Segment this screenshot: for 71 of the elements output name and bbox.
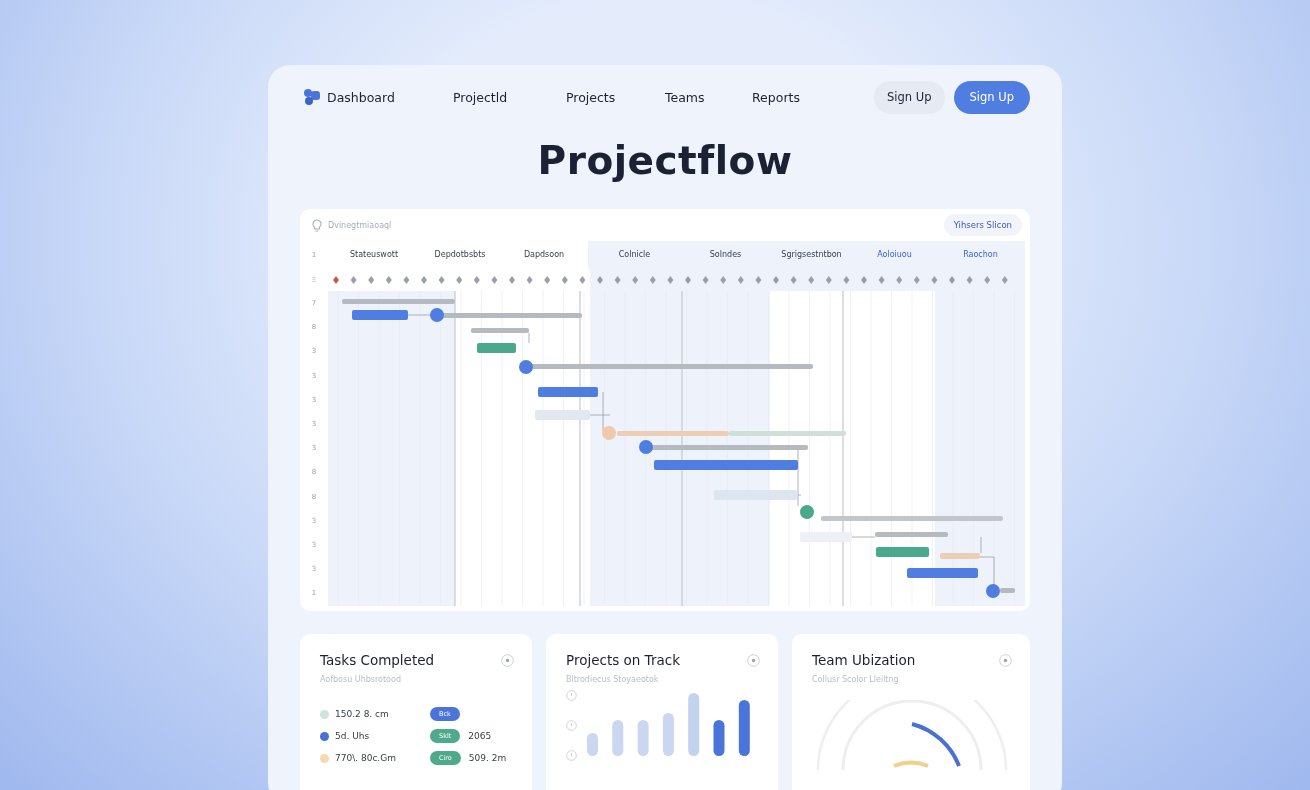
dependency-line: [528, 332, 530, 344]
column-header: Solndes: [681, 241, 770, 269]
task-bar[interactable]: [440, 313, 582, 318]
info-icon[interactable]: [747, 653, 760, 667]
task-bar[interactable]: [1000, 588, 1015, 593]
column-header: Raochon: [936, 241, 1025, 269]
page-title: Projectflow: [536, 137, 794, 185]
task-bar[interactable]: [729, 431, 846, 436]
card-title: Projects on Track: [566, 652, 680, 668]
task-bar[interactable]: [821, 516, 1003, 521]
column-header: Depdotbsbts: [433, 249, 487, 261]
alert-icon: [566, 750, 577, 761]
task-bar[interactable]: [876, 547, 929, 557]
legend-amount: 509. 2m: [468, 753, 507, 763]
chart-bar: [688, 693, 700, 756]
chart-bar: [738, 700, 750, 756]
info-icon[interactable]: [999, 653, 1012, 667]
lightbulb-icon: [312, 218, 322, 232]
task-bar[interactable]: [714, 490, 797, 500]
task-bar[interactable]: [654, 460, 798, 470]
task-bar[interactable]: [940, 553, 980, 559]
card-subtitle: Aofbosu Uhbsrotood: [320, 675, 402, 684]
task-bar[interactable]: [477, 343, 516, 353]
info-icon[interactable]: [501, 653, 514, 667]
search-field[interactable]: Dvinegtmiaoaql: [326, 219, 440, 231]
task-bar[interactable]: [875, 532, 948, 537]
dependency-line: [407, 314, 432, 316]
task-bar[interactable]: [800, 532, 852, 542]
card-subtitle: Collusr Scolor Lleiltng: [812, 675, 900, 684]
card-title: Tasks Completed: [320, 652, 435, 668]
nav-link[interactable]: Reports: [752, 89, 800, 105]
dashboard-link[interactable]: Dashboard: [327, 89, 395, 105]
sign-up-button[interactable]: Sign Up: [953, 80, 1030, 114]
dependency-line: [979, 556, 995, 586]
task-bar[interactable]: [352, 310, 408, 320]
column-header: Dapdsoon: [522, 249, 566, 261]
milestone-dot[interactable]: [602, 426, 616, 440]
dependency-line: [980, 536, 982, 554]
column-header: Sgrigsestntbon: [770, 241, 853, 269]
milestone-dot[interactable]: [430, 308, 444, 322]
milestone-dot[interactable]: [986, 584, 1000, 598]
task-bar[interactable]: [535, 410, 590, 420]
milestone-dot[interactable]: [519, 360, 533, 374]
card-title: Team Ubization: [812, 652, 916, 668]
column-header: Aoloiuou: [853, 241, 936, 269]
filter-button[interactable]: Yihsers Slicon: [943, 214, 1022, 236]
chart-bar: [637, 720, 649, 756]
legend-amount: 2065: [468, 731, 492, 741]
legend-value: 770\. 80c.Gm: [335, 753, 397, 763]
chart-bar: [662, 713, 674, 756]
logo-icon: [303, 88, 321, 106]
chart-bar: [587, 733, 598, 756]
alert-icon: [566, 690, 577, 701]
task-bar[interactable]: [471, 328, 529, 333]
sign-up-button[interactable]: Sign Up: [874, 80, 945, 114]
chart-bar: [713, 720, 725, 756]
milestone-dot[interactable]: [639, 440, 653, 454]
nav-link[interactable]: Projects: [566, 89, 665, 105]
legend-value: 5d. Uhs: [335, 731, 371, 741]
card-subtitle: Bltrodiecus Stoyaeotok: [566, 675, 660, 684]
dependency-line: [851, 536, 876, 538]
legend-value: 150.2 8. cm: [335, 709, 390, 719]
milestone-dot[interactable]: [800, 505, 814, 519]
task-bar[interactable]: [538, 387, 598, 397]
nav-link[interactable]: Teams: [665, 89, 752, 105]
column-header: Colnicle: [588, 241, 681, 269]
alert-icon: [566, 720, 577, 731]
task-bar[interactable]: [907, 568, 978, 578]
column-header: Stateuswott: [348, 249, 400, 261]
nav-link[interactable]: Projectld: [453, 89, 566, 105]
chart-bar: [612, 720, 624, 756]
